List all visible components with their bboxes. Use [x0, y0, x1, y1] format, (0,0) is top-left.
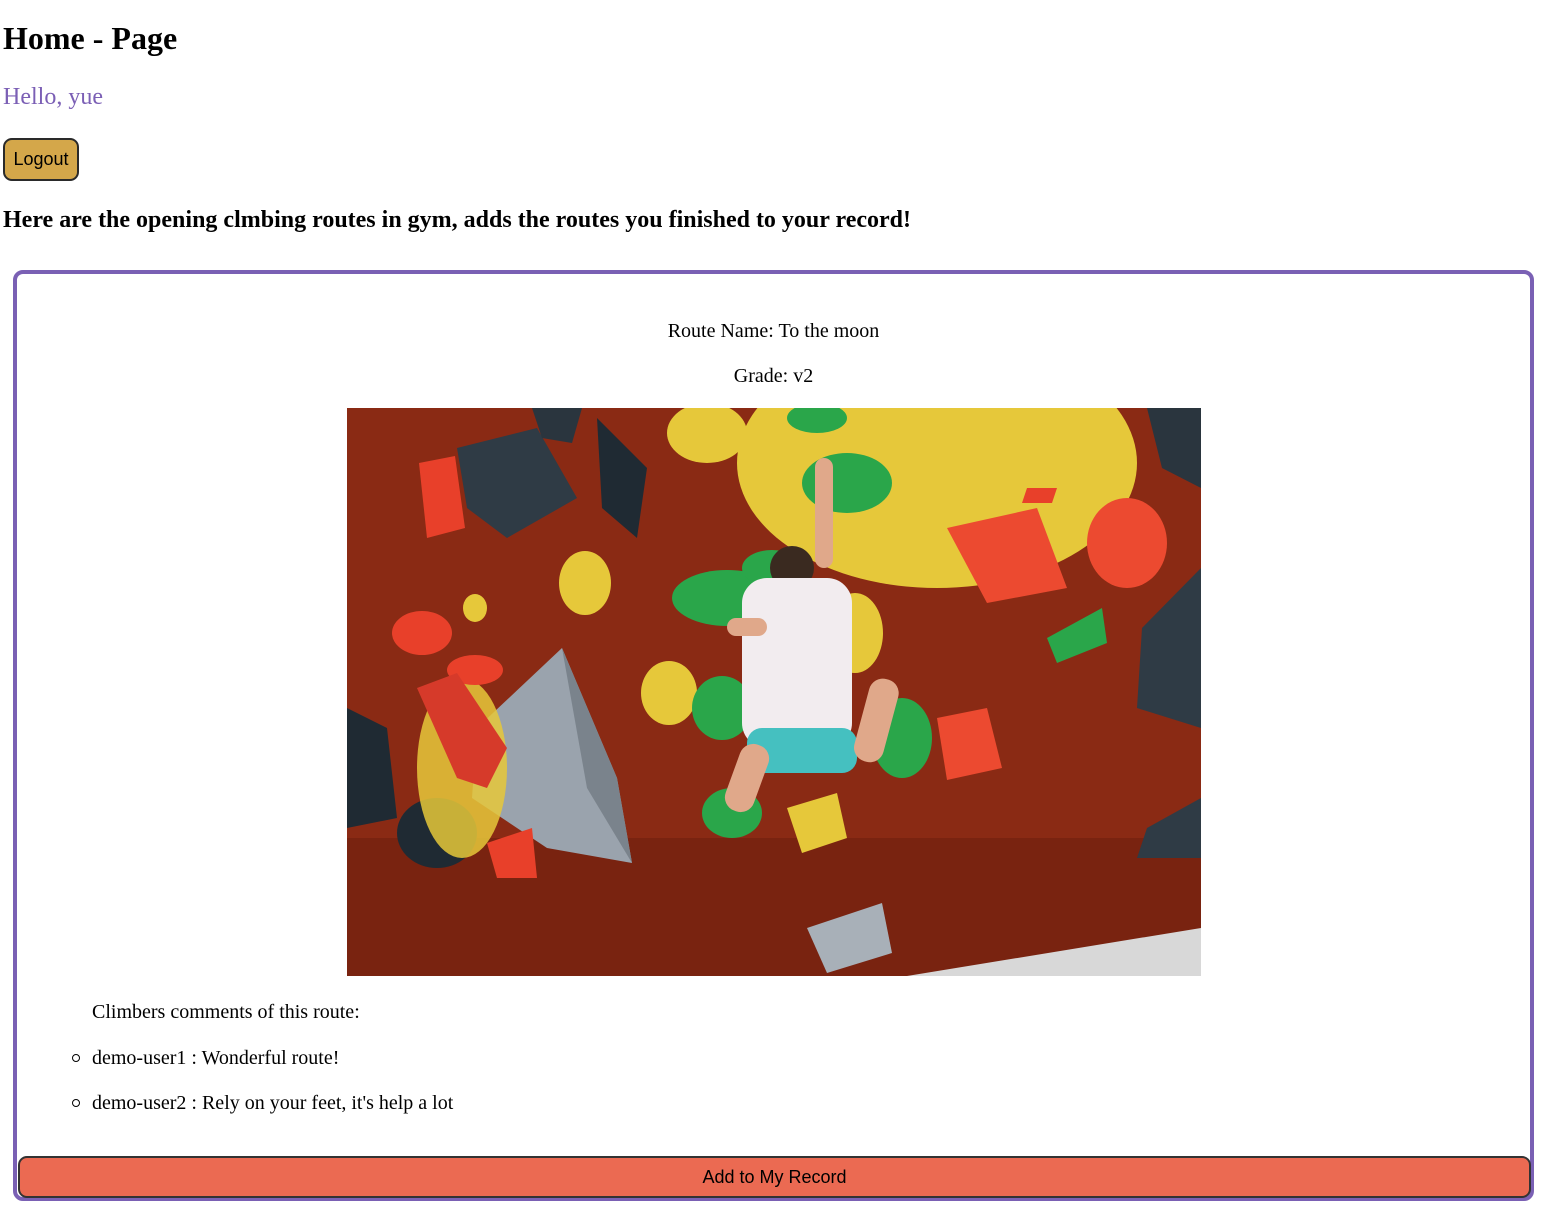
climber-arm-left [727, 618, 767, 636]
comment-list: demo-user1 : Wonderful route! demo-user2… [17, 1044, 453, 1134]
red-hold [1087, 498, 1167, 588]
logout-button[interactable]: Logout [3, 138, 79, 181]
red-hold [392, 611, 452, 655]
yellow-hold [463, 594, 487, 622]
yellow-hold [559, 551, 611, 615]
climbing-wall-photo [347, 408, 1201, 976]
list-item: demo-user2 : Rely on your feet, it's hel… [17, 1089, 453, 1134]
comment-text: demo-user1 : Wonderful route! [92, 1047, 340, 1069]
route-name: Route Name: To the moon [667, 320, 880, 342]
climber-shirt [742, 578, 852, 748]
yellow-hold [641, 661, 697, 725]
comment-text: demo-user2 : Rely on your feet, it's hel… [92, 1092, 454, 1114]
add-to-record-button[interactable]: Add to My Record [18, 1156, 1531, 1198]
comments-heading: Climbers comments of this route: [92, 1001, 360, 1023]
intro-heading: Here are the opening clmbing routes in g… [3, 207, 912, 233]
page-title: Home - Page [3, 20, 178, 56]
list-item: demo-user1 : Wonderful route! [17, 1044, 453, 1089]
bullet-icon [72, 1054, 80, 1062]
greeting-text: Hello, yue [3, 84, 103, 110]
bullet-icon [72, 1099, 80, 1107]
route-card: Route Name: To the moon Grade: v2 Climbe… [13, 270, 1534, 1201]
home-page: Home - Page Hello, yue Logout Here are t… [0, 0, 1544, 1208]
route-grade: Grade: v2 [733, 365, 814, 387]
climber-arm [815, 458, 833, 568]
red-hold [1022, 488, 1057, 503]
